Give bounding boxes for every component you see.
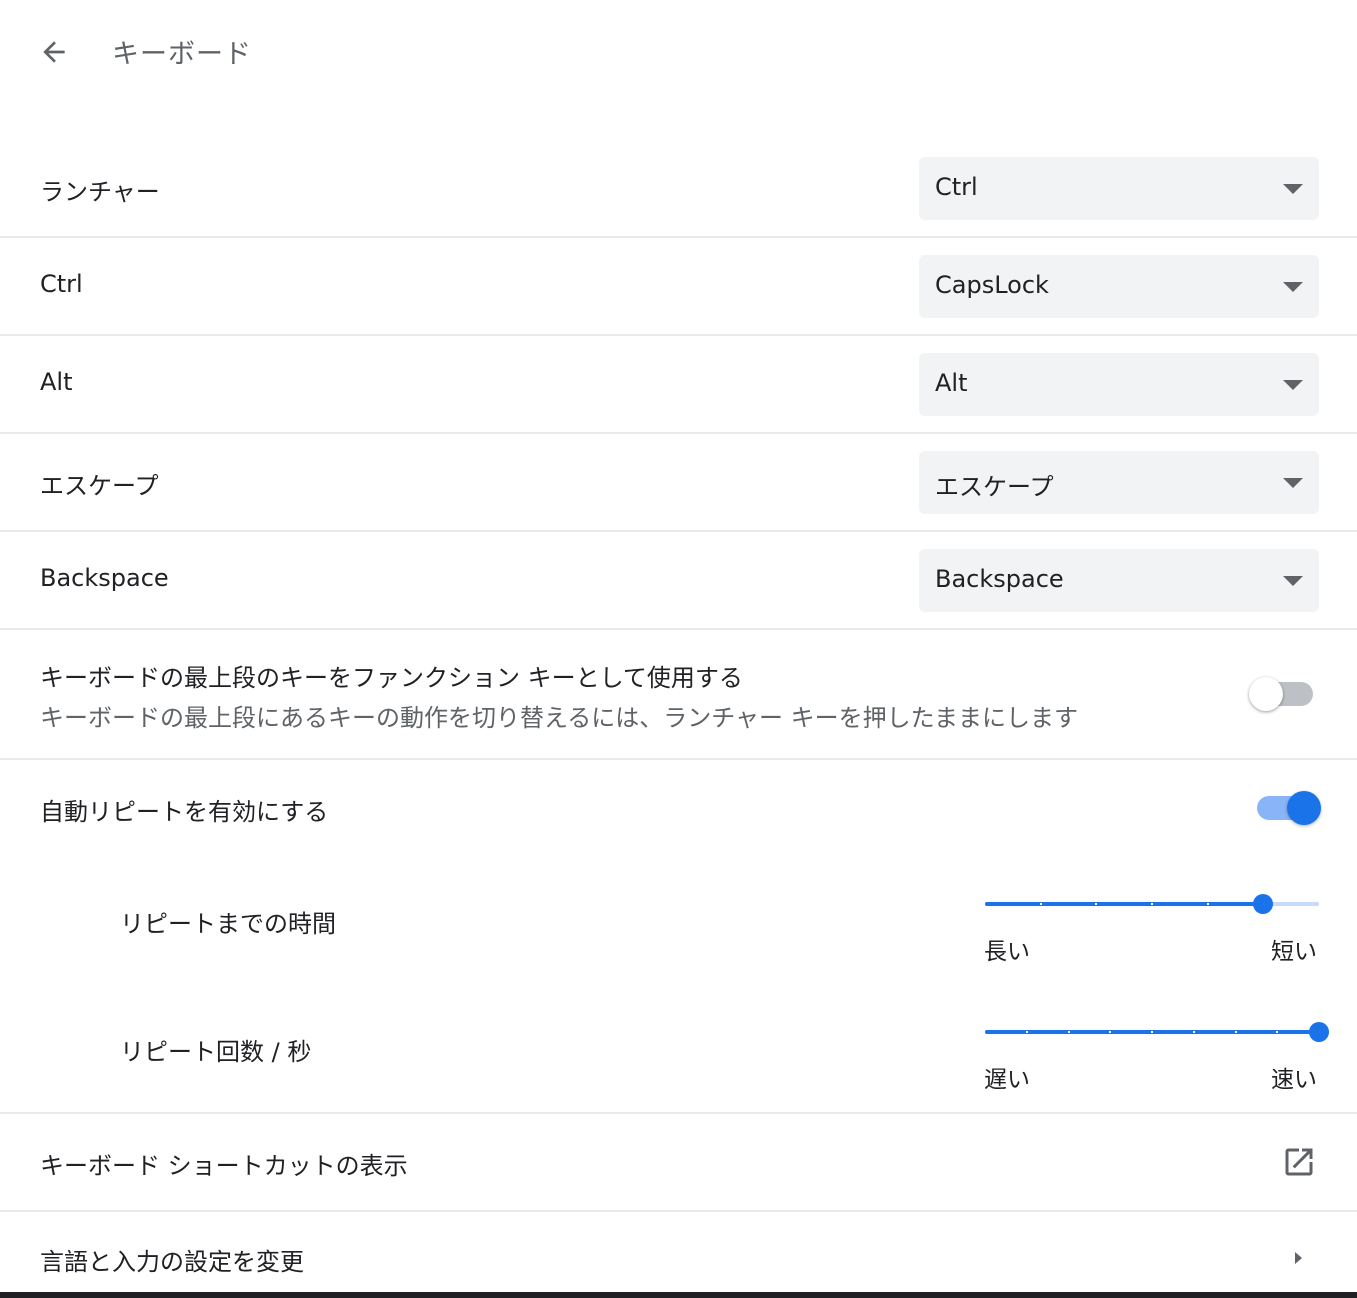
slider-tick (1151, 1031, 1153, 1033)
remap-row-ctrl: Ctrl CapsLock (0, 238, 1357, 336)
language-settings-row[interactable]: 言語と入力の設定を変更 (0, 1212, 1357, 1292)
repeat-delay-max-label: 短い (1271, 939, 1317, 965)
slider-tick (1192, 1031, 1195, 1033)
slider-knob[interactable] (1309, 1022, 1329, 1042)
slider-tick (1151, 903, 1153, 905)
dropdown-arrow-icon (1283, 478, 1303, 488)
function-keys-label: キーボードの最上段のキーをファンクション キーとして使用する (40, 664, 743, 692)
arrow-back-icon (43, 41, 65, 63)
keyboard-shortcuts-row[interactable]: キーボード ショートカットの表示 (0, 1114, 1357, 1212)
remap-row-alt: Alt Alt (0, 336, 1357, 434)
function-keys-description: キーボードの最上段にあるキーの動作を切り替えるには、ランチャー キーを押したまま… (40, 704, 1078, 732)
language-settings-label: 言語と入力の設定を変更 (40, 1248, 304, 1276)
remap-row-backspace: Backspace Backspace (0, 532, 1357, 630)
slider-tick (1095, 903, 1098, 905)
slider-tick (1025, 1031, 1028, 1033)
slider-tick (1234, 1031, 1237, 1033)
repeat-rate-min-label: 遅い (984, 1067, 1030, 1093)
select-value: Alt (935, 369, 968, 397)
arrow-right-icon (1295, 1252, 1302, 1264)
repeat-rate-slider[interactable] (985, 1017, 1329, 1047)
remap-select-escape[interactable]: エスケープ (919, 451, 1319, 514)
slider-fill (985, 902, 1264, 906)
function-keys-row[interactable]: キーボードの最上段のキーをファンクション キーとして使用する キーボードの最上段… (0, 630, 1357, 760)
remap-label: Backspace (40, 564, 169, 592)
back-button[interactable] (30, 28, 78, 76)
repeat-rate-label: リピート回数 / 秒 (120, 1038, 312, 1066)
toggle-knob (1287, 791, 1321, 825)
remap-row-escape: エスケープ エスケープ (0, 434, 1357, 532)
auto-repeat-toggle[interactable] (1257, 791, 1321, 825)
dropdown-arrow-icon (1283, 282, 1303, 292)
remap-row-launcher: ランチャー Ctrl (0, 140, 1357, 238)
slider-tick (1276, 1031, 1279, 1033)
remap-label: Alt (40, 368, 73, 396)
remap-label: Ctrl (40, 270, 83, 298)
language-settings-arrow[interactable] (1286, 1246, 1310, 1274)
keyboard-settings-page: キーボード ランチャー Ctrl Ctrl CapsLock Alt Alt エ… (0, 0, 1357, 1298)
slider-tick (1039, 903, 1042, 905)
page-title: キーボード (112, 39, 252, 70)
repeat-rate-max-label: 速い (1271, 1067, 1317, 1093)
select-value: Backspace (935, 565, 1064, 593)
repeat-delay-slider[interactable] (985, 889, 1319, 919)
remap-select-launcher[interactable]: Ctrl (919, 157, 1319, 220)
select-value: Ctrl (935, 173, 978, 201)
keyboard-shortcuts-label: キーボード ショートカットの表示 (40, 1152, 408, 1180)
remap-label: ランチャー (40, 178, 160, 206)
open-external-button[interactable] (1281, 1144, 1317, 1184)
dropdown-arrow-icon (1283, 184, 1303, 194)
remap-select-alt[interactable]: Alt (919, 353, 1319, 416)
slider-tick (1109, 1031, 1112, 1033)
dropdown-arrow-icon (1283, 576, 1303, 586)
slider-knob[interactable] (1253, 894, 1274, 914)
select-value: エスケープ (935, 473, 1054, 501)
repeat-delay-min-label: 長い (984, 939, 1030, 965)
remap-select-backspace[interactable]: Backspace (919, 549, 1319, 612)
auto-repeat-label: 自動リピートを有効にする (40, 798, 329, 826)
toggle-knob (1249, 677, 1283, 711)
remap-label: エスケープ (40, 472, 159, 500)
select-value: CapsLock (935, 271, 1049, 299)
slider-tick (1067, 1031, 1070, 1033)
page-header: キーボード (0, 0, 1357, 104)
dropdown-arrow-icon (1283, 380, 1303, 390)
function-keys-toggle[interactable] (1249, 677, 1313, 711)
repeat-delay-label: リピートまでの時間 (120, 910, 336, 938)
auto-repeat-section: 自動リピートを有効にする リピートまでの時間 長い 短い リピート回数 / 秒 … (0, 760, 1357, 1114)
remap-select-ctrl[interactable]: CapsLock (919, 255, 1319, 318)
open-in-new-icon (1285, 1148, 1313, 1176)
slider-tick (1206, 903, 1209, 905)
bottom-bar (0, 1292, 1357, 1298)
